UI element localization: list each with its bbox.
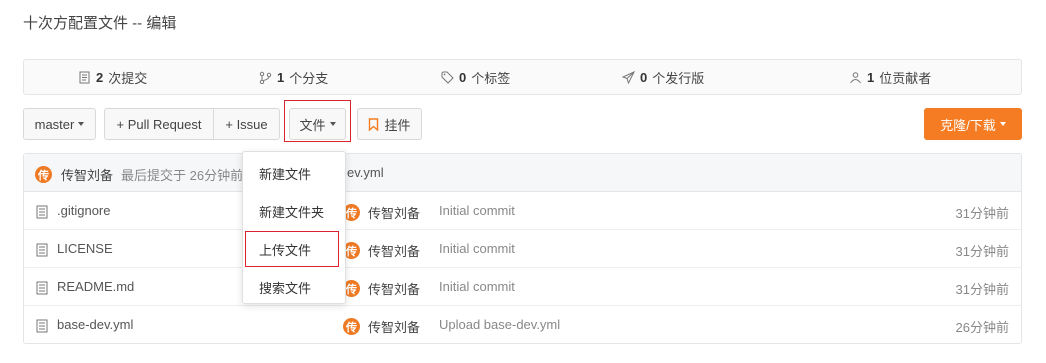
commit-time: 31分钟前 xyxy=(955,206,1009,221)
stat-tags-count: 0 xyxy=(459,69,467,85)
stat-branches-label: 个分支 xyxy=(289,70,329,86)
issue-button[interactable]: + Issue xyxy=(213,108,280,140)
file-menu-button[interactable]: 文件 xyxy=(289,108,346,140)
file-icon xyxy=(36,281,48,295)
stat-tags[interactable]: 0 个标签 xyxy=(441,60,510,94)
clone-download-button[interactable]: 克隆/下载 xyxy=(924,108,1022,140)
commit-message[interactable]: Initial commit xyxy=(439,203,515,218)
stat-branches[interactable]: 1 个分支 xyxy=(259,60,328,94)
commit-author[interactable]: 传智刘备 xyxy=(368,203,420,222)
table-row[interactable]: base-dev.yml 传 传智刘备 Upload base-dev.yml … xyxy=(24,306,1021,344)
contributors-icon xyxy=(850,71,861,83)
avatar[interactable]: 传 xyxy=(343,318,360,335)
bookmark-icon xyxy=(369,117,379,131)
chevron-down-icon xyxy=(78,122,85,126)
pin-label: 挂件 xyxy=(384,117,411,133)
commit-message[interactable]: Initial commit xyxy=(439,241,515,256)
menu-item-new-folder[interactable]: 新建文件夹 xyxy=(243,192,345,230)
file-table: 传 传智刘备 最后提交于 26分钟前 ev.yml .gitignore 传 传… xyxy=(23,153,1022,344)
commit-message[interactable]: Initial commit xyxy=(439,279,515,294)
tag-icon xyxy=(441,71,454,84)
pull-request-label: + Pull Request xyxy=(116,116,202,132)
commit-author[interactable]: 传智刘备 xyxy=(368,279,420,298)
stat-contributors-count: 1 xyxy=(867,69,875,85)
file-dropdown-menu: 新建文件 新建文件夹 上传文件 搜索文件 xyxy=(242,151,346,304)
file-name[interactable]: LICENSE xyxy=(57,241,113,256)
menu-item-new-file[interactable]: 新建文件 xyxy=(243,154,345,192)
stat-contributors[interactable]: 1 位贡献者 xyxy=(849,60,931,94)
stat-contributors-label: 位贡献者 xyxy=(879,70,932,86)
table-row[interactable]: README.md 传 传智刘备 Initial commit 31分钟前 xyxy=(24,268,1021,306)
commit-time: 31分钟前 xyxy=(955,282,1009,297)
stat-commits[interactable]: 2 次提交 xyxy=(78,60,147,94)
file-icon xyxy=(36,243,48,257)
latest-commit-text: 最后提交于 26分钟前 xyxy=(121,168,244,183)
repo-stats-bar: 2 次提交 1 个分支 0 个标签 0 个发行版 1 位贡献者 xyxy=(23,59,1022,95)
avatar[interactable]: 传 xyxy=(35,166,52,183)
latest-commit-message[interactable]: ev.yml xyxy=(347,165,384,180)
commit-time: 26分钟前 xyxy=(955,320,1009,335)
stat-releases-count: 0 xyxy=(640,69,648,85)
upload-file-highlight xyxy=(245,231,339,267)
commit-icon xyxy=(79,71,90,83)
table-row[interactable]: LICENSE 传 传智刘备 Initial commit 31分钟前 xyxy=(24,230,1021,268)
pull-request-button[interactable]: + Pull Request xyxy=(104,108,214,140)
latest-commit-row: 传 传智刘备 最后提交于 26分钟前 ev.yml xyxy=(24,154,1021,192)
release-icon xyxy=(622,70,635,84)
latest-commit-author[interactable]: 传智刘备 xyxy=(61,165,113,184)
commit-author[interactable]: 传智刘备 xyxy=(368,317,420,336)
stat-branches-count: 1 xyxy=(277,69,285,85)
chevron-down-icon xyxy=(999,122,1006,126)
clone-download-label: 克隆/下载 xyxy=(940,117,996,133)
file-name[interactable]: .gitignore xyxy=(57,203,110,218)
menu-item-search-file[interactable]: 搜索文件 xyxy=(243,268,345,306)
branch-icon xyxy=(259,71,272,84)
stat-commits-count: 2 xyxy=(96,69,104,85)
commit-author[interactable]: 传智刘备 xyxy=(368,241,420,260)
page-title: 十次方配置文件 -- 编辑 xyxy=(23,15,177,32)
table-row[interactable]: .gitignore 传 传智刘备 Initial commit 31分钟前 xyxy=(24,192,1021,230)
branch-select[interactable]: master xyxy=(23,108,96,140)
stat-releases[interactable]: 0 个发行版 xyxy=(622,60,704,94)
commit-time: 31分钟前 xyxy=(955,244,1009,259)
chevron-down-icon xyxy=(329,122,336,126)
stat-commits-label: 次提交 xyxy=(108,70,148,86)
commit-message[interactable]: Upload base-dev.yml xyxy=(439,317,560,332)
stat-tags-label: 个标签 xyxy=(471,70,511,86)
pin-button[interactable]: 挂件 xyxy=(357,108,422,140)
issue-label: + Issue xyxy=(225,116,268,132)
file-icon xyxy=(36,205,48,219)
branch-select-label: master xyxy=(34,116,75,132)
file-name[interactable]: README.md xyxy=(57,279,134,294)
file-name[interactable]: base-dev.yml xyxy=(57,317,133,332)
file-menu-label: 文件 xyxy=(299,117,326,133)
stat-releases-label: 个发行版 xyxy=(652,70,705,86)
file-icon xyxy=(36,319,48,333)
